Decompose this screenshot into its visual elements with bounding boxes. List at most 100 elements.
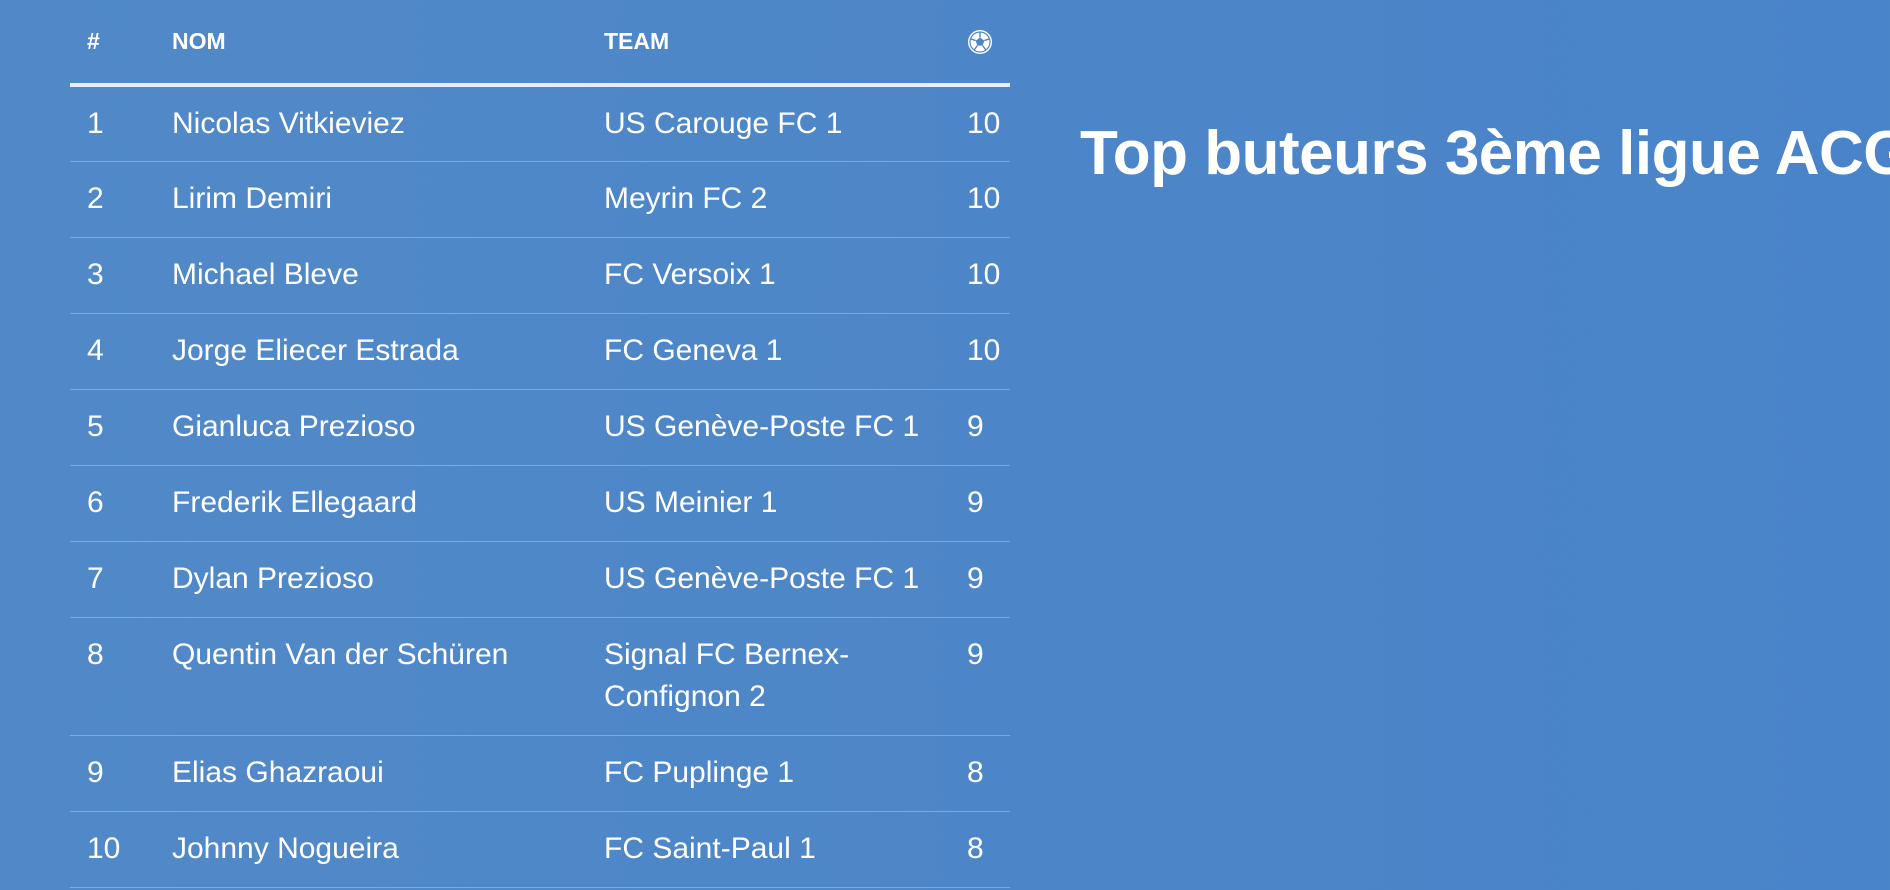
soccer-ball-icon (967, 29, 993, 55)
goals-cell-text: 10 (967, 181, 1001, 215)
table-row: 6 Frederik Ellegaard US Meinier 1 9 (70, 465, 1010, 542)
goals-cell: 9 (959, 617, 1010, 736)
goals-cell: 9 (959, 541, 1010, 618)
rank-cell: 9 (70, 735, 155, 812)
table-row: 8 Quentin Van der Schüren Signal FC Bernex… (70, 617, 1010, 736)
rank-cell: 7 (70, 541, 155, 618)
top-scorers-table: # NOM TEAM 1 Nicolas Vitkieviez US Carou… (70, 0, 1010, 888)
goals-cell-text: 10 (967, 333, 1001, 367)
goals-cell: 9 (959, 465, 1010, 542)
team-cell: US Meinier 1 (587, 465, 959, 542)
team-cell: Signal FC Bernex-Confignon 2 (587, 617, 959, 736)
team-cell-text: FC Puplinge 1 (604, 755, 795, 789)
rank-cell-text: 4 (87, 333, 104, 367)
rank-cell: 5 (70, 389, 155, 466)
player-name-cell: Frederik Ellegaard (155, 465, 587, 542)
header-row: # NOM TEAM (70, 0, 1010, 87)
header-team: TEAM (587, 0, 959, 87)
rank-cell-text: 7 (87, 561, 104, 595)
rank-cell-text: 9 (87, 755, 104, 789)
team-cell: FC Puplinge 1 (587, 735, 959, 812)
player-name-cell-text: Johnny Nogueira (172, 831, 399, 865)
goals-cell: 8 (959, 735, 1010, 812)
team-cell-text: Meyrin FC 2 (604, 181, 768, 215)
table-row: 10 Johnny Nogueira FC Saint-Paul 1 8 (70, 811, 1010, 888)
team-cell: Meyrin FC 2 (587, 161, 959, 238)
player-name-cell-text: Frederik Ellegaard (172, 485, 418, 519)
goals-cell-text: 9 (967, 637, 984, 671)
player-name-cell: Elias Ghazraoui (155, 735, 587, 812)
goals-cell: 10 (959, 313, 1010, 390)
rank-cell: 6 (70, 465, 155, 542)
player-name-cell: Jorge Eliecer Estrada (155, 313, 587, 390)
rank-cell-text: 5 (87, 409, 104, 443)
header-goals (959, 0, 1010, 87)
team-cell: US Genève-Poste FC 1 (587, 541, 959, 618)
goals-cell-text: 9 (967, 485, 984, 519)
goals-cell: 10 (959, 161, 1010, 238)
player-name-cell-text: Jorge Eliecer Estrada (172, 333, 459, 367)
player-name-cell-text: Michael Bleve (172, 257, 359, 291)
player-name-cell: Quentin Van der Schüren (155, 617, 587, 736)
rank-cell: 8 (70, 617, 155, 736)
team-cell-text: US Meinier 1 (604, 485, 778, 519)
table-row: 7 Dylan Prezioso US Genève-Poste FC 1 9 (70, 541, 1010, 618)
player-name-cell: Lirim Demiri (155, 161, 587, 238)
team-cell: US Genève-Poste FC 1 (587, 389, 959, 466)
team-cell-text: US Genève-Poste FC 1 (604, 409, 920, 443)
rank-cell: 2 (70, 161, 155, 238)
goals-cell-text: 10 (967, 107, 1001, 140)
player-name-cell-text: Lirim Demiri (172, 181, 332, 215)
rank-cell-text: 2 (87, 181, 104, 215)
goals-cell: 9 (959, 389, 1010, 466)
goals-cell-text: 9 (967, 409, 984, 443)
team-cell: US Carouge FC 1 (587, 85, 959, 162)
rank-cell-text: 1 (87, 107, 104, 140)
team-cell-text: Signal FC Bernex-Confignon 2 (604, 637, 850, 713)
player-name-cell-text: Quentin Van der Schüren (172, 637, 509, 671)
team-cell-text: FC Versoix 1 (604, 257, 776, 291)
player-name-cell-text: Nicolas Vitkieviez (172, 107, 405, 140)
table-row: 3 Michael Bleve FC Versoix 1 10 (70, 237, 1010, 314)
team-cell: FC Saint-Paul 1 (587, 811, 959, 888)
goals-cell-text: 9 (967, 561, 984, 595)
table-body: 1 Nicolas Vitkieviez US Carouge FC 1 10 2 Lir… (70, 85, 1010, 888)
table-row: 1 Nicolas Vitkieviez US Carouge FC 1 10 (70, 85, 1010, 162)
rank-cell: 4 (70, 313, 155, 390)
player-name-cell-text: Elias Ghazraoui (172, 755, 384, 789)
table-row: 9 Elias Ghazraoui FC Puplinge 1 8 (70, 735, 1010, 812)
goals-cell-text: 10 (967, 257, 1001, 291)
goals-cell-text: 8 (967, 755, 984, 789)
team-cell-text: US Genève-Poste FC 1 (604, 561, 920, 595)
rank-cell: 10 (70, 811, 155, 888)
rank-cell: 3 (70, 237, 155, 314)
goals-cell-text: 8 (967, 831, 984, 865)
page-title: Top buteurs 3ème ligue ACGF (1080, 119, 1890, 188)
goals-cell: 8 (959, 811, 1010, 888)
team-cell-text: FC Saint-Paul 1 (604, 831, 816, 865)
player-name-cell-text: Gianluca Prezioso (172, 409, 416, 443)
team-cell-text: FC Geneva 1 (604, 333, 783, 367)
table-header: # NOM TEAM (70, 0, 1010, 87)
player-name-cell: Gianluca Prezioso (155, 389, 587, 466)
table-row: 4 Jorge Eliecer Estrada FC Geneva 1 10 (70, 313, 1010, 390)
rank-cell-text: 3 (87, 257, 104, 291)
team-cell-text: US Carouge FC 1 (604, 107, 843, 140)
player-name-cell: Michael Bleve (155, 237, 587, 314)
goals-cell: 10 (959, 85, 1010, 162)
header-rank: # (70, 0, 155, 87)
team-cell: FC Geneva 1 (587, 313, 959, 390)
table-row: 5 Gianluca Prezioso US Genève-Poste FC 1 9 (70, 389, 1010, 466)
player-name-cell: Dylan Prezioso (155, 541, 587, 618)
rank-cell-text: 8 (87, 637, 104, 671)
rank-cell-text: 10 (87, 831, 121, 865)
table-row: 2 Lirim Demiri Meyrin FC 2 10 (70, 161, 1010, 238)
player-name-cell: Nicolas Vitkieviez (155, 85, 587, 162)
goals-cell: 10 (959, 237, 1010, 314)
rank-cell-text: 6 (87, 485, 104, 519)
player-name-cell: Johnny Nogueira (155, 811, 587, 888)
rank-cell: 1 (70, 85, 155, 162)
team-cell: FC Versoix 1 (587, 237, 959, 314)
header-name: NOM (155, 0, 587, 87)
scorers-table-container: # NOM TEAM 1 Nicolas Vitkieviez US Carou… (70, 0, 1010, 888)
